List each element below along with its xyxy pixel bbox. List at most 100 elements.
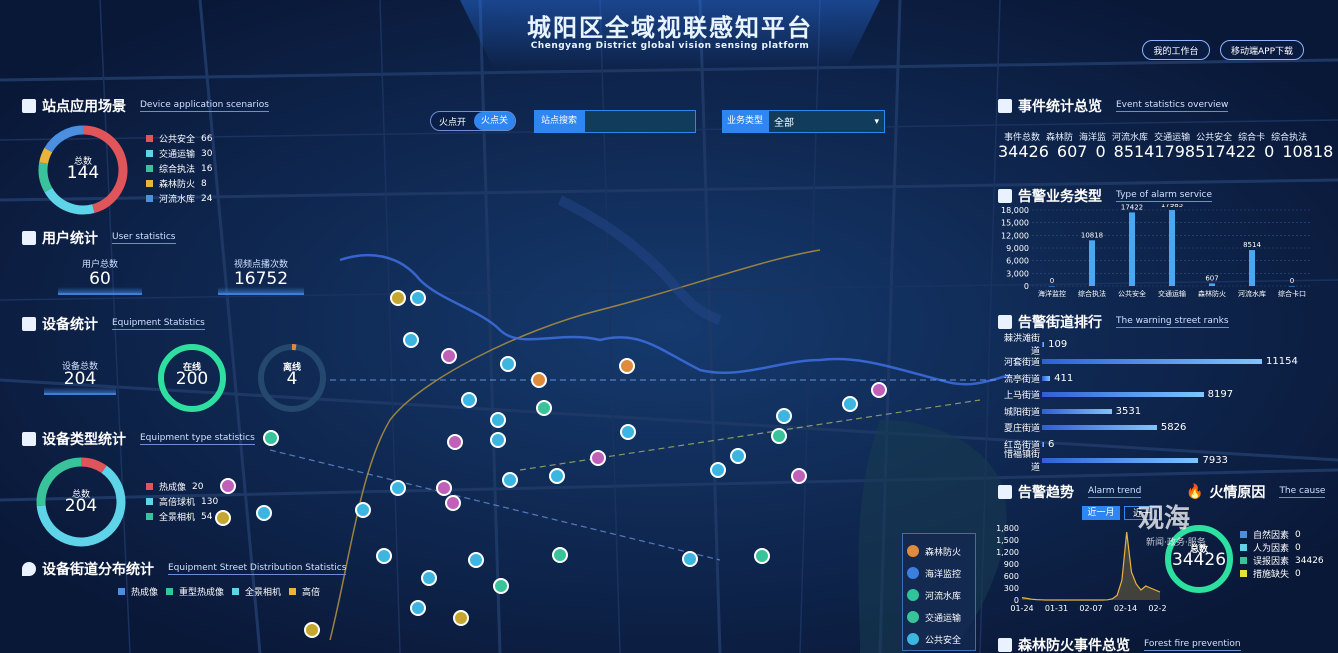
marker-traffic[interactable]	[263, 430, 279, 446]
rank-bar	[1042, 375, 1051, 381]
legend-swatch	[146, 165, 153, 172]
y-tick-label: 600	[1004, 572, 1019, 581]
marker-public-safety[interactable]	[776, 408, 792, 424]
legend-item: 河流水库 24	[146, 191, 212, 206]
marker-public-safety[interactable]	[682, 551, 698, 567]
marker-river[interactable]	[447, 434, 463, 450]
marker-traffic[interactable]	[771, 428, 787, 444]
x-tick-label: 01-24	[1010, 604, 1033, 613]
bar	[1089, 240, 1095, 286]
equipment-total-platform	[44, 387, 116, 395]
bar	[1169, 210, 1175, 286]
biz-type-select[interactable]: 全部 ▾	[768, 110, 885, 133]
rank-row: 夏庄街道 5826	[1003, 421, 1187, 434]
page-subtitle: Chengyang District global vision sensing…	[530, 41, 810, 51]
fire-cause-total-value: 34426	[1171, 550, 1227, 570]
equipment-types-title: 设备类型统计 Equipment type statistics	[22, 429, 255, 449]
marker-public-safety[interactable]	[468, 552, 484, 568]
legend-swatch	[1240, 544, 1247, 551]
marker-traffic[interactable]	[754, 548, 770, 564]
map-legend-item[interactable]: 公共安全	[907, 628, 971, 650]
workspace-button[interactable]: 我的工作台	[1142, 40, 1210, 60]
marker-river[interactable]	[871, 382, 887, 398]
y-tick-label: 300	[1004, 584, 1019, 593]
marker-public-safety[interactable]	[403, 332, 419, 348]
marker-public-safety[interactable]	[502, 472, 518, 488]
marker-public-safety[interactable]	[355, 502, 371, 518]
marker-traffic[interactable]	[552, 547, 568, 563]
marker-river[interactable]	[791, 468, 807, 484]
bar-value-label: 17422	[1121, 204, 1143, 211]
donut-segment	[44, 187, 95, 215]
x-tick-label: 02-21	[1148, 604, 1166, 613]
marker-river[interactable]	[220, 478, 236, 494]
map-legend-item[interactable]: 海洋监控	[907, 562, 971, 584]
device-icon	[22, 317, 36, 331]
legend-item: 重型热成像	[166, 584, 224, 599]
x-tick-label: 交通运输	[1158, 289, 1186, 298]
offline-value: 4	[286, 369, 298, 389]
forest-fire-icon	[907, 545, 919, 557]
legend-item: 综合执法 16	[146, 161, 212, 176]
site-search-input[interactable]	[584, 110, 696, 133]
marker-forest-fire[interactable]	[531, 372, 547, 388]
alarm-types-title: 告警业务类型 Type of alarm service	[998, 186, 1213, 206]
app-download-button[interactable]: 移动端APP下载	[1220, 40, 1304, 60]
user-icon	[22, 231, 36, 245]
fire-on-option[interactable]: 火点开	[431, 115, 474, 128]
location-icon	[22, 562, 36, 576]
rank-bar	[1042, 457, 1199, 463]
marker-public-safety[interactable]	[710, 462, 726, 478]
image-icon	[22, 432, 36, 446]
rank-row: 流亭街道 411	[1003, 372, 1074, 385]
marker-forest-fire[interactable]	[453, 610, 469, 626]
marker-forest-fire[interactable]	[304, 622, 320, 638]
legend-item: 交通运输 30	[146, 146, 212, 161]
marker-forest-fire[interactable]	[390, 290, 406, 306]
marker-public-safety[interactable]	[256, 505, 272, 521]
marker-public-safety[interactable]	[421, 570, 437, 586]
marker-public-safety[interactable]	[490, 412, 506, 428]
marker-river[interactable]	[590, 450, 606, 466]
river-icon	[907, 589, 919, 601]
fire-off-option[interactable]: 火点关	[474, 112, 515, 130]
marker-public-safety[interactable]	[730, 448, 746, 464]
marker-public-safety[interactable]	[376, 548, 392, 564]
rank-bar	[1042, 424, 1157, 430]
marker-public-safety[interactable]	[410, 600, 426, 616]
user-total-platform	[58, 287, 142, 295]
marker-river[interactable]	[436, 480, 452, 496]
legend-swatch	[146, 135, 153, 142]
marker-river[interactable]	[445, 495, 461, 511]
fire-cause-legend: 自然因素 0 人为因素 0 误报因素 34426 措施缺失 0	[1240, 528, 1324, 580]
bar	[1049, 286, 1055, 287]
marker-public-safety[interactable]	[842, 396, 858, 412]
marker-traffic[interactable]	[493, 578, 509, 594]
marker-public-safety[interactable]	[490, 432, 506, 448]
online-value: 200	[175, 369, 209, 389]
marker-traffic[interactable]	[536, 400, 552, 416]
legend-item: 全景相机 54	[146, 509, 218, 524]
marker-public-safety[interactable]	[410, 290, 426, 306]
marker-river[interactable]	[441, 348, 457, 364]
equipment-type-total-value: 204	[64, 496, 98, 516]
marker-public-safety[interactable]	[549, 468, 565, 484]
marker-public-safety[interactable]	[500, 356, 516, 372]
marker-forest-fire[interactable]	[619, 358, 635, 374]
fire-toggle[interactable]: 火点开 火点关	[430, 111, 516, 131]
equipment-types-legend: 热成像 20 高倍球机 130 全景相机 54	[146, 479, 218, 524]
y-tick-label: 1,200	[996, 548, 1019, 557]
street-rank-title: 告警街道排行 The warning street ranks	[998, 312, 1229, 332]
legend-item: 高倍球机 130	[146, 494, 218, 509]
y-tick-label: 12,000	[1001, 231, 1029, 240]
marker-public-safety[interactable]	[390, 480, 406, 496]
marker-public-safety[interactable]	[620, 424, 636, 440]
bar-value-label: 17985	[1161, 204, 1183, 209]
map-legend-item[interactable]: 交通运输	[907, 606, 971, 628]
legend-swatch	[118, 588, 125, 595]
map-legend-item[interactable]: 森林防火	[907, 540, 971, 562]
rank-row: 惜福镇街道 7933	[1003, 450, 1228, 473]
legend-swatch	[146, 180, 153, 187]
map-legend-item[interactable]: 河流水库	[907, 584, 971, 606]
marker-public-safety[interactable]	[461, 392, 477, 408]
